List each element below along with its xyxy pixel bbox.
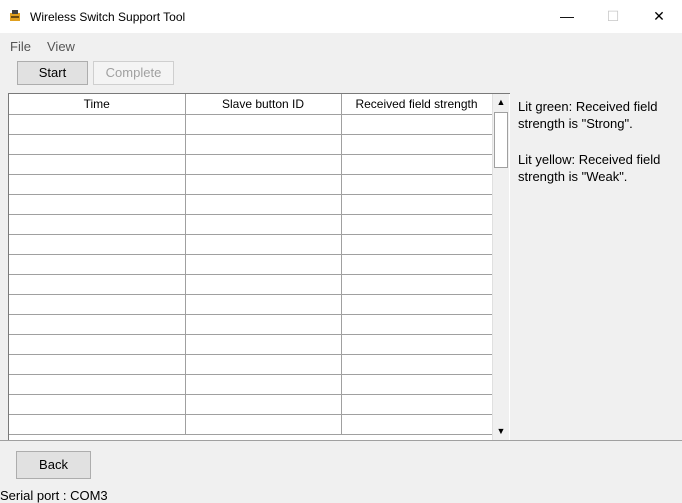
complete-button[interactable]: Complete <box>93 61 174 85</box>
table-cell <box>9 154 186 175</box>
vertical-scrollbar[interactable]: ▲ ▼ <box>492 94 509 440</box>
table-cell <box>9 214 186 235</box>
table-cell <box>341 314 493 335</box>
table-cell <box>185 394 342 415</box>
table-cell <box>341 394 493 415</box>
column-header-field-strength[interactable]: Received field strength <box>341 94 493 115</box>
table-row[interactable] <box>9 314 493 335</box>
table-cell <box>9 354 186 375</box>
results-grid[interactable]: Time Slave button ID Received field stre… <box>8 93 510 441</box>
table-cell <box>341 154 493 175</box>
column-header-time[interactable]: Time <box>9 94 186 115</box>
info-green-text: Lit green: Received field strength is "S… <box>518 99 658 131</box>
table-cell <box>9 234 186 255</box>
serial-port-status: Serial port : COM3 <box>0 488 108 503</box>
menu-bar: File View <box>0 33 682 57</box>
maximize-button[interactable]: ☐ <box>590 0 636 33</box>
table-row[interactable] <box>9 154 493 175</box>
app-icon <box>8 9 22 23</box>
results-table: Time Slave button ID Received field stre… <box>9 94 493 435</box>
table-cell <box>341 134 493 155</box>
scroll-up-icon[interactable]: ▲ <box>493 94 509 111</box>
table-cell <box>185 214 342 235</box>
table-cell <box>341 334 493 355</box>
table-row[interactable] <box>9 194 493 215</box>
title-bar: Wireless Switch Support Tool — ☐ ✕ <box>0 0 682 33</box>
table-cell <box>9 274 186 295</box>
scroll-down-icon[interactable]: ▼ <box>493 423 509 440</box>
table-cell <box>9 174 186 195</box>
table-cell <box>341 214 493 235</box>
table-cell <box>9 334 186 355</box>
table-cell <box>185 154 342 175</box>
table-cell <box>9 374 186 395</box>
table-cell <box>185 374 342 395</box>
table-cell <box>9 194 186 215</box>
table-cell <box>185 314 342 335</box>
table-row[interactable] <box>9 254 493 275</box>
table-row[interactable] <box>9 274 493 295</box>
table-cell <box>341 354 493 375</box>
table-row[interactable] <box>9 394 493 415</box>
table-cell <box>9 134 186 155</box>
table-cell <box>185 234 342 255</box>
table-row[interactable] <box>9 134 493 155</box>
table-cell <box>341 374 493 395</box>
table-cell <box>185 174 342 195</box>
table-cell <box>185 194 342 215</box>
table-cell <box>341 274 493 295</box>
table-row[interactable] <box>9 234 493 255</box>
table-cell <box>9 294 186 315</box>
table-cell <box>9 414 186 435</box>
table-row[interactable] <box>9 334 493 355</box>
table-row[interactable] <box>9 414 493 435</box>
table-cell <box>341 294 493 315</box>
close-button[interactable]: ✕ <box>636 0 682 33</box>
start-button[interactable]: Start <box>17 61 88 85</box>
table-row[interactable] <box>9 354 493 375</box>
back-button[interactable]: Back <box>16 451 91 479</box>
table-row[interactable] <box>9 294 493 315</box>
table-cell <box>9 254 186 275</box>
column-header-slave-button-id[interactable]: Slave button ID <box>185 94 342 115</box>
table-cell <box>341 234 493 255</box>
menu-view[interactable]: View <box>47 39 75 54</box>
window-title: Wireless Switch Support Tool <box>30 10 186 24</box>
table-cell <box>185 114 342 135</box>
minimize-button[interactable]: — <box>544 0 590 33</box>
table-row[interactable] <box>9 214 493 235</box>
table-cell <box>185 354 342 375</box>
table-cell <box>185 274 342 295</box>
table-cell <box>185 254 342 275</box>
table-row[interactable] <box>9 114 493 135</box>
table-cell <box>341 114 493 135</box>
table-cell <box>185 334 342 355</box>
table-cell <box>185 294 342 315</box>
scroll-thumb[interactable] <box>494 112 508 168</box>
menu-file[interactable]: File <box>10 39 31 54</box>
table-row[interactable] <box>9 374 493 395</box>
table-cell <box>185 414 342 435</box>
table-cell <box>9 114 186 135</box>
table-cell <box>341 174 493 195</box>
footer-divider <box>0 440 682 441</box>
table-cell <box>185 134 342 155</box>
table-cell <box>341 194 493 215</box>
table-row[interactable] <box>9 174 493 195</box>
table-cell <box>341 254 493 275</box>
info-yellow-text: Lit yellow: Received field strength is "… <box>518 152 661 184</box>
table-cell <box>341 414 493 435</box>
table-cell <box>9 394 186 415</box>
table-cell <box>9 314 186 335</box>
